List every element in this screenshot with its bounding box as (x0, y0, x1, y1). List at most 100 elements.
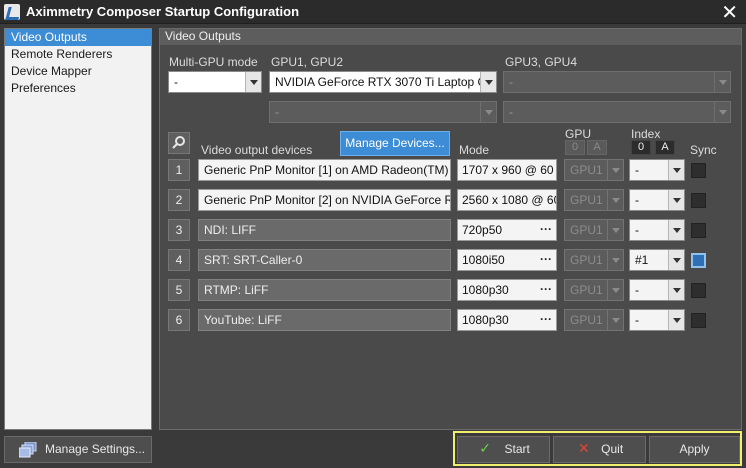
device-field[interactable]: Generic PnP Monitor [1] on AMD Radeon(TM… (198, 159, 451, 181)
index-header: Index (631, 127, 661, 141)
index-select[interactable]: - (629, 189, 685, 211)
device-field[interactable]: RTMP: LiFF (198, 279, 451, 301)
more-options-icon[interactable]: ··· (536, 280, 556, 300)
mode-field[interactable]: 1080p30 ··· (457, 279, 557, 301)
sync-checkbox[interactable] (691, 283, 706, 298)
sync-checkbox[interactable] (691, 253, 706, 268)
gpu34-value: - (509, 75, 513, 89)
sync-checkbox[interactable] (691, 223, 706, 238)
mode-field[interactable]: 2560 x 1080 @ 60 (457, 189, 557, 211)
mode-value: 1080p30 (462, 283, 509, 297)
device-field[interactable]: NDI: LIFF (198, 219, 451, 241)
index-select[interactable]: - (629, 219, 685, 241)
index-value: - (635, 223, 639, 237)
panel-title: Video Outputs (160, 29, 741, 45)
gpu-header: GPU (565, 127, 592, 141)
device-field[interactable]: SRT: SRT-Caller-0 (198, 249, 451, 271)
sidebar: Video Outputs Remote Renderers Device Ma… (4, 28, 152, 430)
gpu34-label: GPU3, GPU4 (505, 55, 578, 69)
index-value: - (635, 163, 639, 177)
manage-settings-button[interactable]: Manage Settings... (4, 436, 152, 463)
search-devices-button[interactable] (168, 132, 190, 154)
device-field[interactable]: YouTube: LiFF (198, 309, 451, 331)
gpu12-label: GPU1, GPU2 (271, 55, 344, 69)
mode-field[interactable]: 1707 x 960 @ 60 (457, 159, 557, 181)
index-select[interactable]: - (629, 159, 685, 181)
index-select[interactable]: - (629, 279, 685, 301)
close-icon: ✕ (577, 441, 590, 457)
sync-checkbox[interactable] (691, 163, 706, 178)
index-value: - (635, 283, 639, 297)
mode-field[interactable]: 1080i50 ··· (457, 249, 557, 271)
gpu-value: GPU1 (570, 253, 603, 267)
chevron-down-icon (714, 72, 730, 92)
sync-checkbox[interactable] (691, 313, 706, 328)
gpu-value: GPU1 (570, 313, 603, 327)
more-options-icon[interactable]: ··· (536, 250, 556, 270)
mode-value: 1080i50 (462, 253, 505, 267)
row-number: 4 (168, 249, 190, 271)
gpu12-value: NVIDIA GeForce RTX 3070 Ti Laptop G (275, 75, 487, 89)
mode-header: Mode (459, 143, 490, 157)
gpu-value: GPU1 (570, 193, 603, 207)
manage-devices-button[interactable]: Manage Devices... (340, 131, 450, 156)
sidebar-item-preferences[interactable]: Preferences (5, 80, 151, 97)
more-options-icon[interactable]: ··· (536, 310, 556, 330)
index-auto-button[interactable]: A (655, 140, 675, 155)
apply-button[interactable]: Apply (649, 436, 740, 463)
gpu-select[interactable]: GPU1 (564, 249, 624, 271)
multi-gpu-select[interactable]: - (168, 71, 262, 93)
chevron-down-icon (668, 310, 684, 330)
gpu34-second-value: - (509, 105, 513, 119)
title-bar: Aximmetry Composer Startup Configuration… (0, 0, 746, 24)
index-select[interactable]: - (629, 309, 685, 331)
sync-checkbox[interactable] (691, 193, 706, 208)
gpu-select[interactable]: GPU1 (564, 219, 624, 241)
sidebar-item-remote-renderers[interactable]: Remote Renderers (5, 46, 151, 63)
checkmark-icon: ✓ (479, 441, 492, 457)
chevron-down-icon (607, 190, 623, 210)
quit-label: Quit (601, 442, 624, 456)
gpu34-second-select[interactable]: - (503, 101, 731, 123)
chevron-down-icon (668, 250, 684, 270)
chevron-down-icon (607, 280, 623, 300)
gpu12-second-select[interactable]: - (269, 101, 497, 123)
gpu34-select[interactable]: - (503, 71, 731, 93)
gpu-select[interactable]: GPU1 (564, 189, 624, 211)
chevron-down-icon (245, 72, 261, 92)
chevron-down-icon (607, 250, 623, 270)
gpu-select[interactable]: GPU1 (564, 309, 624, 331)
device-field[interactable]: Generic PnP Monitor [2] on NVIDIA GeForc… (198, 189, 451, 211)
close-icon[interactable]: ✕ (721, 1, 738, 23)
mode-field[interactable]: 720p50 ··· (457, 219, 557, 241)
start-button[interactable]: ✓ Start (457, 436, 550, 463)
index-zero-button[interactable]: 0 (631, 140, 651, 155)
devices-header: Video output devices (201, 143, 313, 157)
index-value: #1 (635, 253, 649, 267)
gpu-value: GPU1 (570, 223, 603, 237)
more-options-icon[interactable]: ··· (536, 220, 556, 240)
gpu-auto-button[interactable]: A (587, 140, 607, 155)
chevron-down-icon (668, 190, 684, 210)
index-value: - (635, 193, 639, 207)
gpu-value: GPU1 (570, 283, 603, 297)
index-select[interactable]: #1 (629, 249, 685, 271)
app-logo-icon (4, 3, 20, 20)
row-number: 5 (168, 279, 190, 301)
chevron-down-icon (668, 160, 684, 180)
manage-settings-label: Manage Settings... (45, 442, 146, 456)
gpu12-second-value: - (275, 105, 279, 119)
gpu-zero-button[interactable]: 0 (565, 140, 585, 155)
chevron-down-icon (607, 160, 623, 180)
sidebar-item-video-outputs[interactable]: Video Outputs (5, 29, 151, 46)
window-title: Aximmetry Composer Startup Configuration (26, 4, 300, 19)
chevron-down-icon (668, 280, 684, 300)
gpu12-select[interactable]: NVIDIA GeForce RTX 3070 Ti Laptop G (269, 71, 497, 93)
chevron-down-icon (607, 220, 623, 240)
quit-button[interactable]: ✕ Quit (553, 436, 646, 463)
gpu-select[interactable]: GPU1 (564, 159, 624, 181)
row-number: 3 (168, 219, 190, 241)
sidebar-item-device-mapper[interactable]: Device Mapper (5, 63, 151, 80)
mode-field[interactable]: 1080p30 ··· (457, 309, 557, 331)
gpu-select[interactable]: GPU1 (564, 279, 624, 301)
